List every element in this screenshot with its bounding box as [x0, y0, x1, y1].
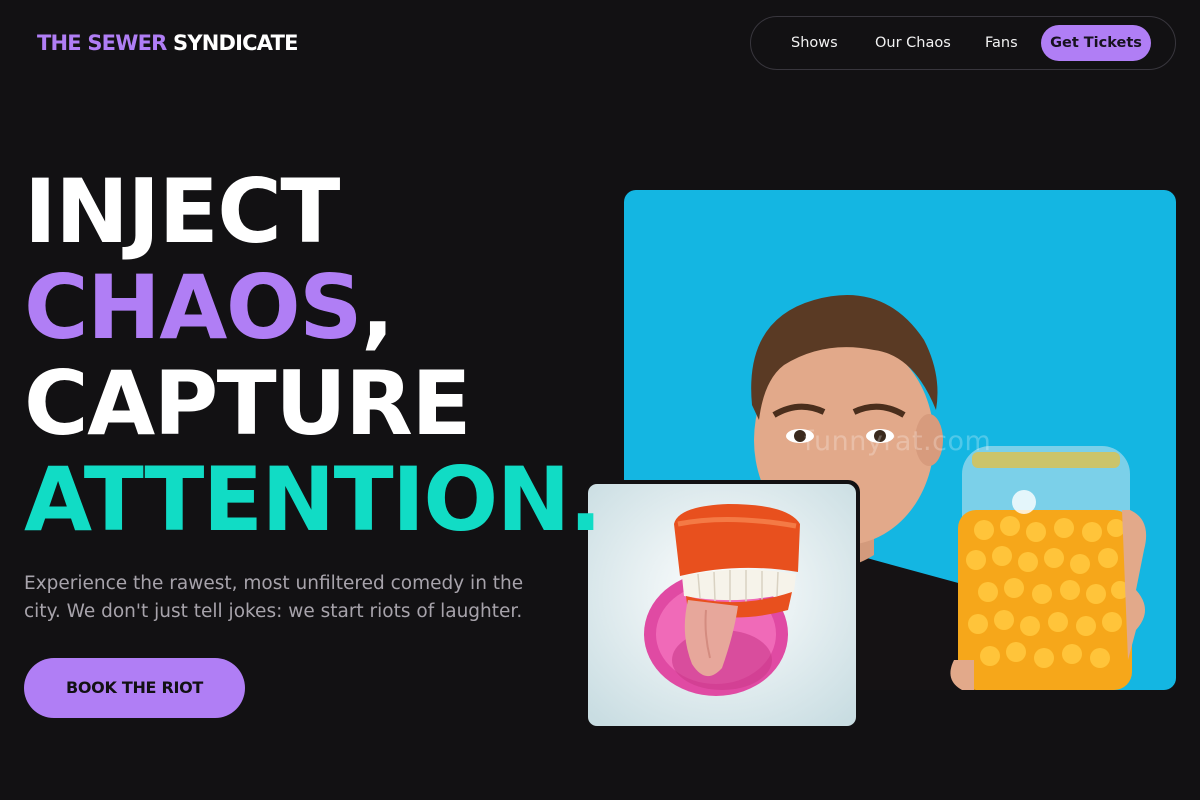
- headline-word-chaos: CHAOS: [24, 256, 363, 359]
- headline-line-2: CHAOS,: [24, 260, 601, 356]
- headline-period: .: [568, 448, 602, 551]
- landing-page: THE SEWER SYNDICATE Shows Our Chaos Fans…: [0, 0, 1200, 800]
- nav-link-shows[interactable]: Shows: [791, 17, 838, 69]
- logo-part-2: SYNDICATE: [173, 31, 298, 55]
- site-logo[interactable]: THE SEWER SYNDICATE: [37, 30, 298, 56]
- book-the-riot-button[interactable]: BOOK THE RIOT: [24, 658, 245, 718]
- get-tickets-button[interactable]: Get Tickets: [1041, 25, 1151, 61]
- hero-headline: INJECT CHAOS, CAPTURE ATTENTION.: [24, 160, 602, 548]
- headline-line-4: ATTENTION.: [24, 452, 602, 548]
- headline-comma: ,: [361, 256, 394, 359]
- headline-line-1: INJECT: [24, 160, 340, 263]
- headline-line-3: CAPTURE: [24, 352, 472, 455]
- headline-word-attention: ATTENTION: [24, 448, 570, 551]
- hero-subtitle: Experience the rawest, most unfiltered c…: [24, 573, 524, 622]
- main-nav: Shows Our Chaos Fans Get Tickets: [750, 16, 1176, 70]
- logo-part-1: THE SEWER: [37, 31, 167, 55]
- nav-link-our-chaos[interactable]: Our Chaos: [875, 17, 951, 69]
- image-watermark: funnyrat.com: [804, 426, 992, 457]
- hero-photo-secondary: [584, 480, 860, 730]
- wind-up-teeth-image: [588, 484, 856, 726]
- nav-link-fans[interactable]: Fans: [985, 17, 1018, 69]
